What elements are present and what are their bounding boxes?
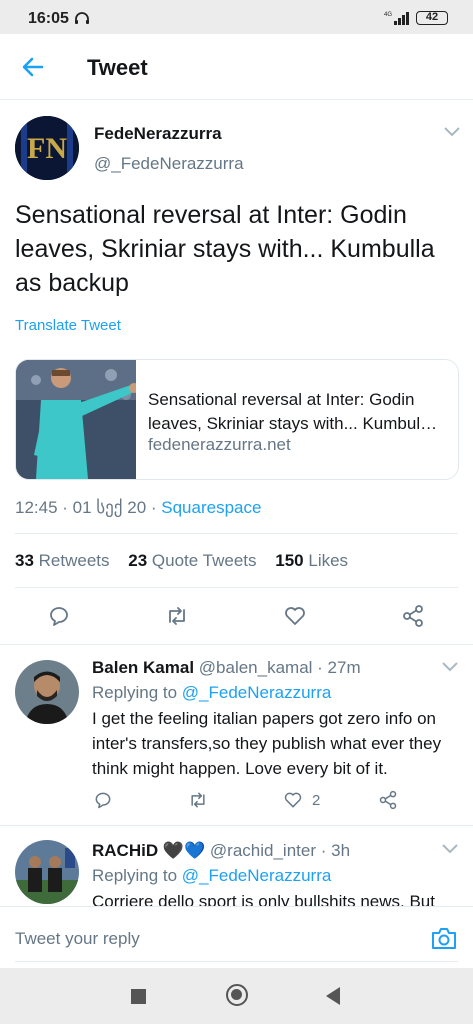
author-avatar[interactable]: FN [15, 116, 79, 180]
share-icon[interactable] [401, 604, 425, 628]
card-domain: fedenerazzurra.net [148, 435, 291, 454]
recents-button[interactable] [131, 989, 146, 1004]
replying-to-handle[interactable]: @_FedeNerazzurra [182, 683, 332, 702]
system-back-button[interactable] [326, 987, 340, 1005]
home-button[interactable] [226, 984, 248, 1006]
headset-icon [75, 12, 89, 24]
reply-author-handle[interactable]: @balen_kamal · 27m [199, 658, 361, 677]
replying-to: Replying to @_FedeNerazzurra [92, 866, 331, 886]
link-preview-card[interactable]: Sensational reversal at Inter: Godin lea… [15, 359, 459, 480]
tweet-text: Sensational reversal at Inter: Godin lea… [15, 201, 435, 297]
reply-avatar[interactable] [15, 840, 79, 904]
quotes-count[interactable]: 23 [128, 551, 147, 570]
card-title-line1: Sensational reversal at Inter: Godin [148, 390, 415, 409]
reply-composer[interactable]: Tweet your reply [0, 906, 473, 968]
retweet-icon[interactable] [188, 790, 208, 810]
reply-icon[interactable] [47, 604, 71, 628]
likes-count[interactable]: 150 [275, 551, 303, 570]
reply-author-name[interactable]: RACHiD [92, 841, 158, 860]
status-bar: 16:05 4G 42 [0, 0, 473, 34]
replying-to-handle[interactable]: @_FedeNerazzurra [182, 866, 332, 885]
back-arrow-icon[interactable] [20, 54, 46, 80]
battery-icon: 42 [416, 11, 448, 25]
quotes-label[interactable]: Quote Tweets [152, 551, 257, 570]
system-nav-bar [0, 968, 473, 1024]
tweet-stats: 33 Retweets 23 Quote Tweets 150 Likes [15, 551, 348, 571]
card-thumbnail [16, 360, 136, 479]
card-title-line2: leaves, Skriniar stays with... Kumbul… [148, 414, 438, 433]
fedenerazzurra-logo: FN [15, 116, 79, 180]
replying-to-prefix: Replying to [92, 866, 182, 885]
chevron-down-icon[interactable] [441, 843, 459, 855]
reply-icon[interactable] [93, 790, 113, 810]
heart-emoji: 🖤💙 [162, 841, 206, 860]
svg-text:FN: FN [27, 132, 67, 165]
status-time: 16:05 [28, 10, 69, 27]
user-photo [15, 840, 79, 904]
like-heart-icon[interactable] [283, 604, 307, 628]
translate-tweet-link[interactable]: Translate Tweet [15, 317, 121, 334]
like-heart-icon[interactable] [283, 790, 303, 810]
page-title: Tweet [87, 55, 148, 80]
reply-input[interactable]: Tweet your reply [15, 929, 140, 949]
author-name[interactable]: FedeNerazzurra [94, 124, 222, 144]
likes-label[interactable]: Likes [308, 551, 348, 570]
reply-author-handle[interactable]: @rachid_inter · 3h [210, 841, 350, 860]
author-handle[interactable]: @_FedeNerazzurra [94, 154, 244, 174]
reply-text: I get the feeling italian papers got zer… [92, 709, 442, 778]
chevron-down-icon[interactable] [443, 126, 461, 138]
like-count: 2 [312, 792, 321, 809]
network-type: 4G [384, 12, 392, 18]
reply-avatar[interactable] [15, 660, 79, 724]
reply-author[interactable]: Balen Kamal @balen_kamal · 27m [92, 658, 361, 678]
tweet-timestamp: 12:45 · 01 სექ 20 · [15, 498, 162, 517]
tweet-meta: 12:45 · 01 სექ 20 · Squarespace [15, 498, 261, 518]
tweet-source-link[interactable]: Squarespace [161, 498, 261, 517]
camera-icon[interactable] [430, 925, 458, 951]
share-icon[interactable] [378, 790, 398, 810]
divider [0, 825, 473, 826]
retweets-count[interactable]: 33 [15, 551, 34, 570]
chevron-down-icon[interactable] [441, 661, 459, 673]
divider [0, 644, 473, 645]
user-photo [15, 660, 79, 724]
retweet-icon[interactable] [165, 604, 189, 628]
signal-icon: 4G [384, 12, 409, 25]
replying-to: Replying to @_FedeNerazzurra [92, 683, 331, 703]
divider [15, 533, 458, 534]
replying-to-prefix: Replying to [92, 683, 182, 702]
reply-author-name[interactable]: Balen Kamal [92, 658, 194, 677]
divider [15, 961, 458, 962]
app-header: Tweet [0, 34, 473, 100]
divider [15, 587, 458, 588]
retweets-label[interactable]: Retweets [39, 551, 110, 570]
reply-author[interactable]: RACHiD 🖤💙 @rachid_inter · 3h [92, 841, 350, 861]
